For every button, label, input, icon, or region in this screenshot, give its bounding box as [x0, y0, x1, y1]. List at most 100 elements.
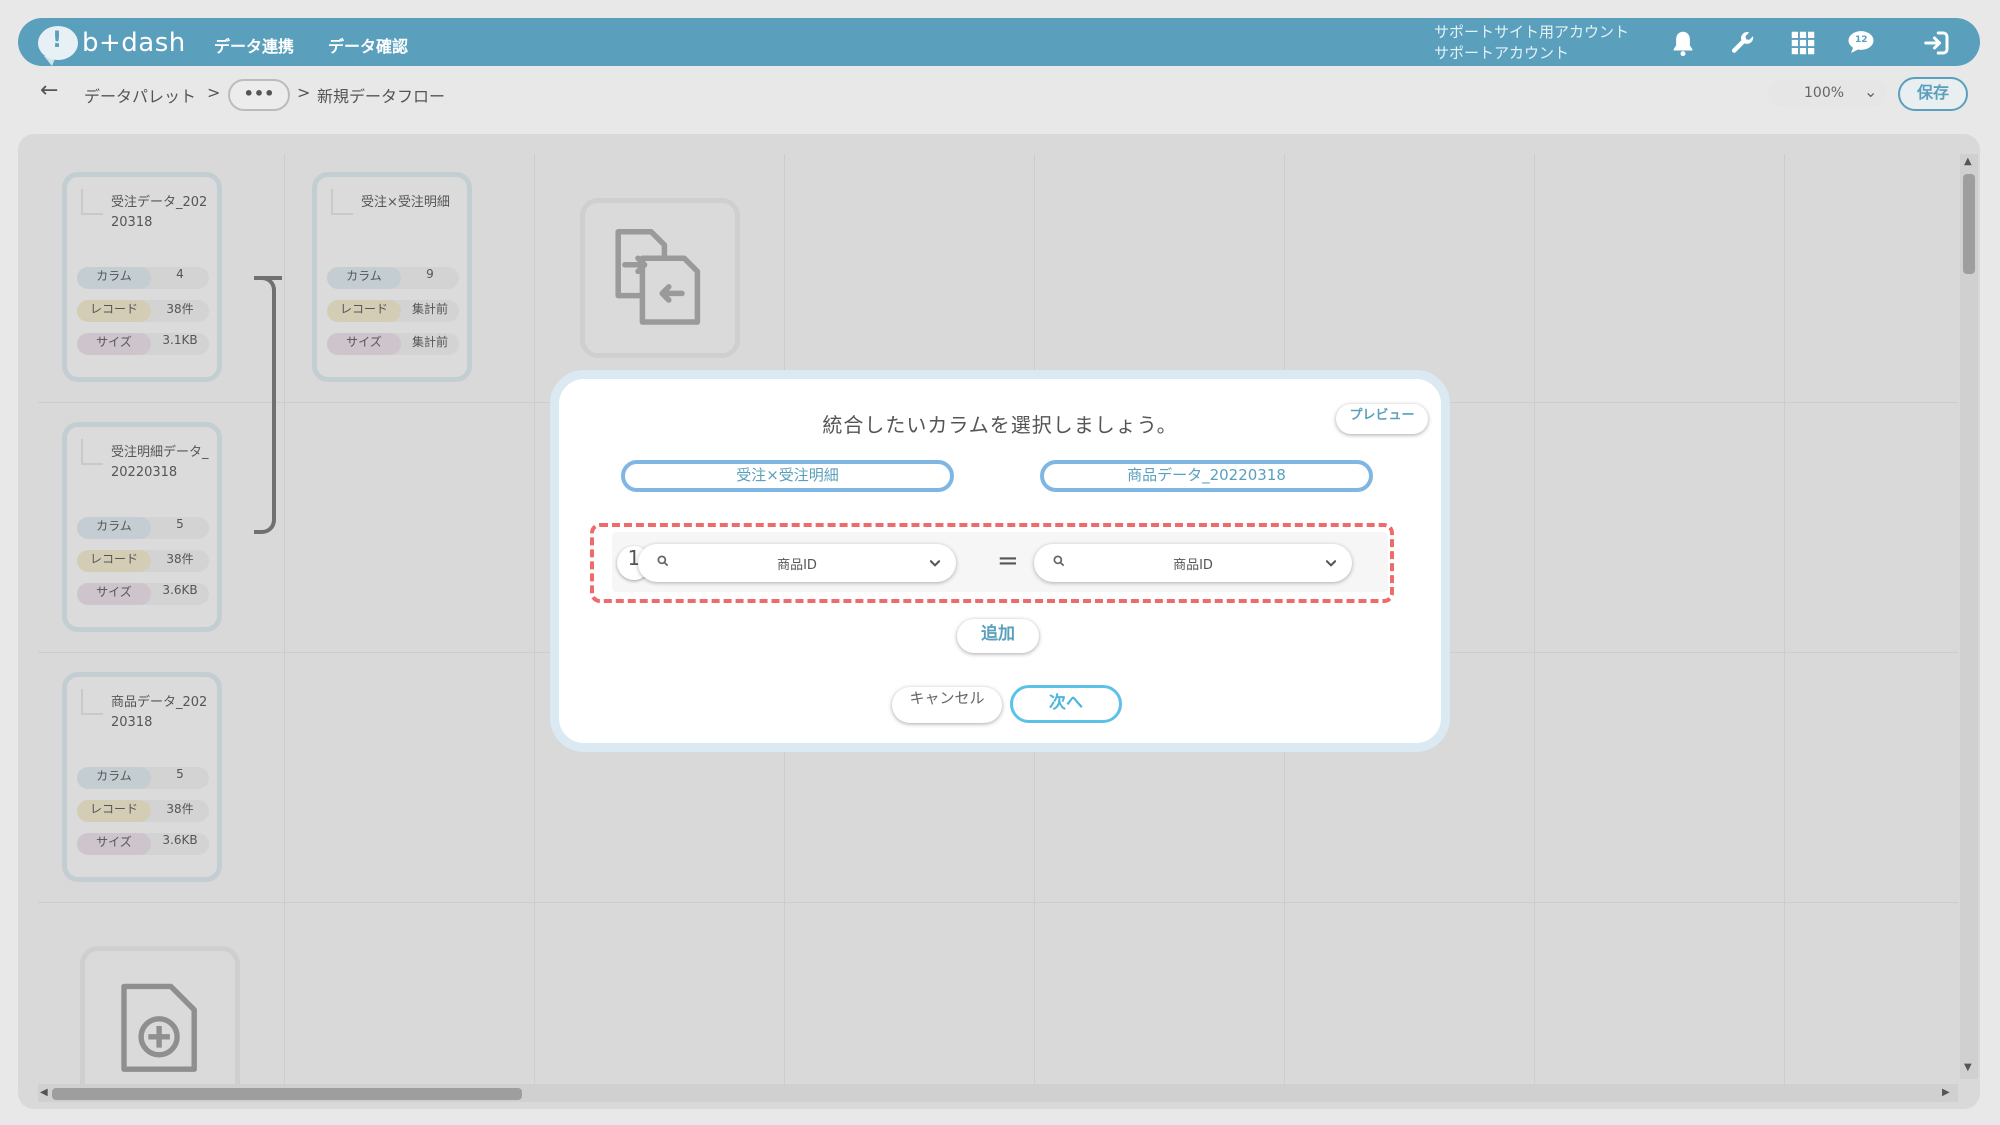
- stat-label: カラム: [77, 517, 151, 539]
- scroll-up-icon[interactable]: ▲: [1964, 156, 1972, 167]
- stat-label: サイズ: [77, 583, 151, 605]
- node-stat-records: レコード 38件: [77, 800, 209, 822]
- right-column-value: 商品ID: [1173, 558, 1213, 573]
- node-stat-columns: カラム 5: [77, 517, 209, 539]
- stat-value: 3.6KB: [162, 833, 198, 847]
- grid-line: [1784, 154, 1785, 1094]
- horizontal-scroll-thumb[interactable]: [52, 1088, 522, 1100]
- account-user: サポートアカウント: [1434, 44, 1570, 62]
- breadcrumb-data-palette[interactable]: データパレット: [84, 83, 196, 107]
- app-logo[interactable]: b+dash: [82, 28, 186, 58]
- node-stat-records: レコード 38件: [77, 550, 209, 572]
- data-node-join-result[interactable]: 受注×受注明細 カラム 9 レコード 集計前 サイズ 集計前: [312, 172, 472, 382]
- zoom-select[interactable]: 100% ⌄: [1768, 79, 1886, 107]
- file-icon: [81, 189, 103, 215]
- stat-value: 9: [426, 267, 434, 281]
- node-stat-size: サイズ 3.1KB: [77, 333, 209, 355]
- breadcrumb-more-button[interactable]: •••: [228, 79, 290, 111]
- right-table-name: 商品データ_20220318: [1040, 460, 1373, 492]
- wrench-icon[interactable]: [1728, 28, 1758, 58]
- scroll-left-icon[interactable]: ◀: [40, 1087, 48, 1098]
- stat-value: 38件: [166, 802, 194, 816]
- logout-icon[interactable]: [1922, 28, 1952, 58]
- preview-button[interactable]: プレビュー: [1336, 404, 1428, 434]
- scroll-right-icon[interactable]: ▶: [1942, 1087, 1950, 1098]
- left-column-select[interactable]: 商品ID: [638, 544, 956, 582]
- data-node-products[interactable]: 商品データ_20220318 カラム 5 レコード 38件 サイズ 3.6KB: [62, 672, 222, 882]
- stat-value: 集計前: [411, 302, 448, 316]
- add-file-icon: [121, 983, 197, 1072]
- left-table-name: 受注×受注明細: [621, 460, 954, 492]
- node-stat-size: サイズ 3.6KB: [77, 833, 209, 855]
- grid-line: [1534, 154, 1535, 1094]
- stat-label: サイズ: [327, 333, 401, 355]
- account-info[interactable]: サポートサイト用アカウント サポートアカウント: [1434, 22, 1629, 64]
- chevron-down-icon: [1325, 560, 1337, 567]
- vertical-scroll-thumb[interactable]: [1963, 174, 1975, 274]
- flow-connector: [254, 276, 276, 534]
- join-condition-highlight: 1 商品ID = 商品ID: [590, 523, 1394, 603]
- bell-icon[interactable]: [1668, 28, 1698, 58]
- node-title: 受注×受注明細: [361, 195, 450, 210]
- node-title: 受注データ_20220318: [111, 195, 208, 230]
- equals-operator: =: [997, 546, 1019, 576]
- stat-value: 5: [176, 517, 184, 531]
- merge-tool-node[interactable]: [580, 198, 740, 358]
- breadcrumb: ← データパレット > ••• > 新規データフロー 100% ⌄ 保存: [14, 76, 1982, 116]
- data-node-order-details[interactable]: 受注明細データ_20220318 カラム 5 レコード 38件 サイズ 3.6K…: [62, 422, 222, 632]
- breadcrumb-separator: >: [297, 83, 311, 102]
- dialog-title: 統合したいカラムを選択しましょう。: [822, 413, 1178, 437]
- right-column-select[interactable]: 商品ID: [1034, 544, 1352, 582]
- nav-data-check[interactable]: データ確認: [328, 33, 408, 57]
- vertical-scrollbar[interactable]: ▲ ▼: [1960, 154, 1978, 1079]
- horizontal-scrollbar[interactable]: ◀ ▶: [38, 1084, 1958, 1102]
- join-columns-dialog: 統合したいカラムを選択しましょう。 プレビュー 受注×受注明細 商品データ_20…: [550, 370, 1450, 752]
- add-data-node[interactable]: [80, 946, 240, 1091]
- apps-grid-icon[interactable]: [1788, 28, 1818, 58]
- next-button[interactable]: 次へ: [1010, 685, 1122, 723]
- stat-value: 4: [176, 267, 184, 281]
- stat-value: 集計前: [411, 335, 448, 349]
- stat-label: レコード: [77, 300, 151, 322]
- back-arrow-icon[interactable]: ←: [40, 78, 58, 103]
- left-column-value: 商品ID: [777, 558, 817, 573]
- chat-bubble-icon[interactable]: 12: [1846, 28, 1876, 58]
- file-icon: [331, 189, 353, 215]
- stat-label: カラム: [77, 767, 151, 789]
- stat-label: カラム: [77, 267, 151, 289]
- node-stat-columns: カラム 4: [77, 267, 209, 289]
- scroll-down-icon[interactable]: ▼: [1964, 1062, 1972, 1073]
- file-icon: [81, 439, 103, 465]
- merge-files-icon: [615, 229, 701, 325]
- node-title: 商品データ_20220318: [111, 695, 208, 730]
- file-icon: [81, 689, 103, 715]
- stat-label: レコード: [77, 550, 151, 572]
- account-name: サポートサイト用アカウント: [1434, 23, 1630, 41]
- stat-value: 3.1KB: [162, 333, 198, 347]
- stat-value: 38件: [166, 302, 194, 316]
- node-title: 受注明細データ_20220318: [111, 445, 209, 480]
- chat-badge: 12: [1855, 35, 1868, 45]
- top-navigation-bar: ! b+dash データ連携 データ確認 サポートサイト用アカウント サポートア…: [18, 18, 1980, 66]
- stat-label: レコード: [77, 800, 151, 822]
- node-stat-records: レコード 38件: [77, 300, 209, 322]
- node-stat-records: レコード 集計前: [327, 300, 459, 322]
- stat-label: サイズ: [77, 333, 151, 355]
- grid-line: [38, 902, 1958, 903]
- logo-mark: !: [52, 28, 63, 53]
- stat-label: サイズ: [77, 833, 151, 855]
- zoom-value: 100%: [1804, 85, 1845, 101]
- add-condition-button[interactable]: 追加: [957, 619, 1039, 653]
- cancel-button[interactable]: キャンセル: [892, 687, 1002, 723]
- nav-data-integration[interactable]: データ連携: [214, 33, 294, 57]
- stat-value: 5: [176, 767, 184, 781]
- node-stat-size: サイズ 集計前: [327, 333, 459, 355]
- grid-line: [284, 154, 285, 1094]
- join-condition-row: 1 商品ID = 商品ID: [612, 532, 1388, 592]
- grid-line: [534, 154, 535, 1094]
- data-node-orders[interactable]: 受注データ_20220318 カラム 4 レコード 38件 サイズ 3.1KB: [62, 172, 222, 382]
- stat-value: 3.6KB: [162, 583, 198, 597]
- save-button[interactable]: 保存: [1898, 77, 1968, 111]
- node-stat-size: サイズ 3.6KB: [77, 583, 209, 605]
- node-stat-columns: カラム 9: [327, 267, 459, 289]
